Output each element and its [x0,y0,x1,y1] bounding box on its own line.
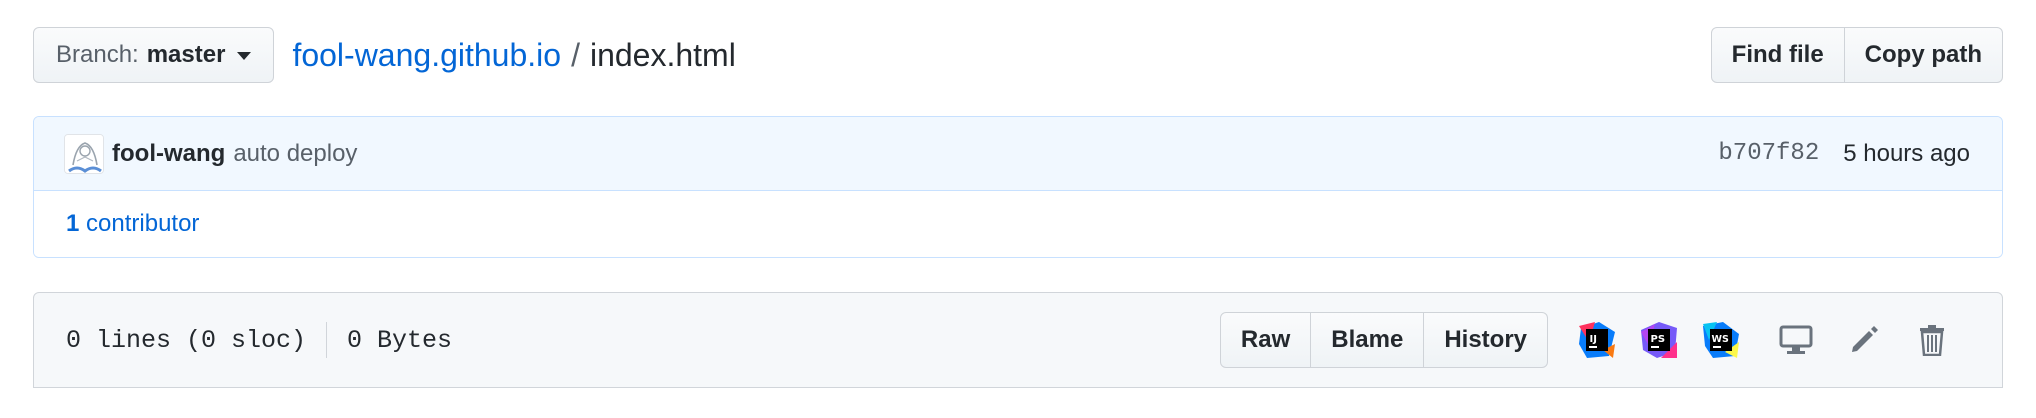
file-navigation: Branch: master fool-wang.github.io / ind… [33,26,2003,84]
contributors-count: 1 [66,210,80,237]
file-name: index.html [589,36,736,73]
file-view-page: Branch: master fool-wang.github.io / ind… [0,0,2036,418]
header-actions: Find file Copy path [1710,27,2003,83]
file-info-divider [326,322,328,358]
find-file-button[interactable]: Find file [1710,27,1845,83]
caret-down-icon [237,52,252,60]
avatar[interactable] [64,133,104,174]
blame-button[interactable]: Blame [1311,312,1425,368]
file-view-buttons: Raw Blame History [1219,312,1548,368]
raw-button[interactable]: Raw [1219,312,1312,368]
file-header: 0 lines (0 sloc) 0 Bytes Raw Blame Histo… [33,292,2003,388]
contributors-link[interactable]: 1 contributor [66,210,199,238]
pencil-icon[interactable] [1846,322,1882,358]
webstorm-icon-text: WS [1712,334,1729,345]
branch-prefix: Branch: [56,41,139,68]
commit-box: fool-wang auto deploy b707f82 5 hours ag… [33,116,2003,258]
repo-link[interactable]: fool-wang.github.io [292,37,561,74]
trash-icon[interactable] [1914,322,1950,358]
phpstorm-icon[interactable]: PS [1641,322,1677,358]
intellij-icon-text: IJ [1590,334,1597,345]
history-button[interactable]: History [1424,312,1548,368]
contributors-label: contributor [86,210,200,237]
webstorm-icon[interactable]: WS [1703,322,1739,358]
phpstorm-icon-text: PS [1651,334,1666,345]
branch-select-button[interactable]: Branch: master [33,27,275,83]
file-lines: 0 lines (0 sloc) [66,325,307,355]
file-size: 0 Bytes [347,325,453,355]
breadcrumb-separator: / [571,36,580,73]
file-actions: Raw Blame History IJ PS WS [1219,312,1966,368]
commit-message[interactable]: auto deploy [233,140,357,168]
branch-name: master [146,41,226,68]
copy-path-button[interactable]: Copy path [1844,27,2003,83]
commit-meta: b707f82 5 hours ago [1718,140,1970,168]
commit-tease: fool-wang auto deploy b707f82 5 hours ag… [34,117,2002,191]
commit-time: 5 hours ago [1843,139,1970,167]
ide-icons: IJ PS WS [1566,322,1752,358]
contributors-row: 1 contributor [34,191,2002,257]
desktop-icon[interactable] [1778,322,1814,358]
commit-author[interactable]: fool-wang [112,140,225,168]
intellij-icon[interactable]: IJ [1579,322,1615,358]
file-info: 0 lines (0 sloc) 0 Bytes [66,322,452,358]
commit-sha[interactable]: b707f82 [1718,140,1819,167]
breadcrumb: fool-wang.github.io / index.html [292,37,735,74]
